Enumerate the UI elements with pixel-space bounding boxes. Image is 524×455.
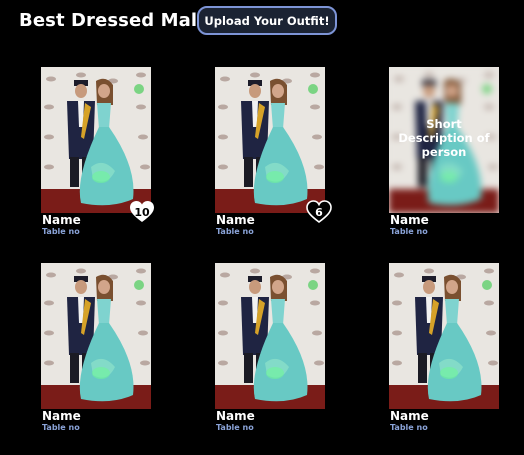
entry-table-no: Table no	[390, 227, 428, 236]
outfit-image	[215, 263, 325, 409]
entry-card[interactable]: Name Table no	[389, 263, 499, 433]
entry-name: Name	[216, 213, 255, 227]
entry-table-no: Table no	[216, 227, 254, 236]
entry-name: Name	[390, 213, 429, 227]
like-count: 10	[134, 206, 150, 219]
entry-table-no: Table no	[390, 423, 428, 432]
like-count: 6	[315, 206, 323, 219]
header: Best Dressed Male Upload Your Outfit!	[0, 0, 524, 44]
like-heart-icon[interactable]: 10	[129, 200, 155, 224]
person-description: Short Description of person	[398, 117, 490, 159]
entry-table-no: Table no	[42, 227, 80, 236]
outfit-photo[interactable]	[215, 67, 325, 213]
outfit-image	[215, 67, 325, 213]
outfit-photo[interactable]	[41, 263, 151, 409]
entry-card[interactable]: Name Table no	[41, 263, 151, 433]
entry-card[interactable]: Short Description of person Name Table n…	[389, 67, 499, 237]
outfit-photo[interactable]	[389, 263, 499, 409]
outfit-photo[interactable]: Short Description of person	[389, 67, 499, 213]
outfit-image	[389, 263, 499, 409]
like-heart-icon[interactable]: 6	[306, 200, 332, 224]
outfit-photo[interactable]	[41, 67, 151, 213]
entry-name: Name	[216, 409, 255, 423]
upload-outfit-button[interactable]: Upload Your Outfit!	[197, 6, 337, 35]
entry-name: Name	[42, 409, 81, 423]
entry-table-no: Table no	[216, 423, 254, 432]
entry-name: Name	[390, 409, 429, 423]
outfit-photo[interactable]	[215, 263, 325, 409]
outfit-image	[41, 263, 151, 409]
outfit-image	[41, 67, 151, 213]
page-title: Best Dressed Male	[19, 10, 210, 31]
entry-name: Name	[42, 213, 81, 227]
entry-card[interactable]: Name Table no	[215, 263, 325, 433]
entry-table-no: Table no	[42, 423, 80, 432]
